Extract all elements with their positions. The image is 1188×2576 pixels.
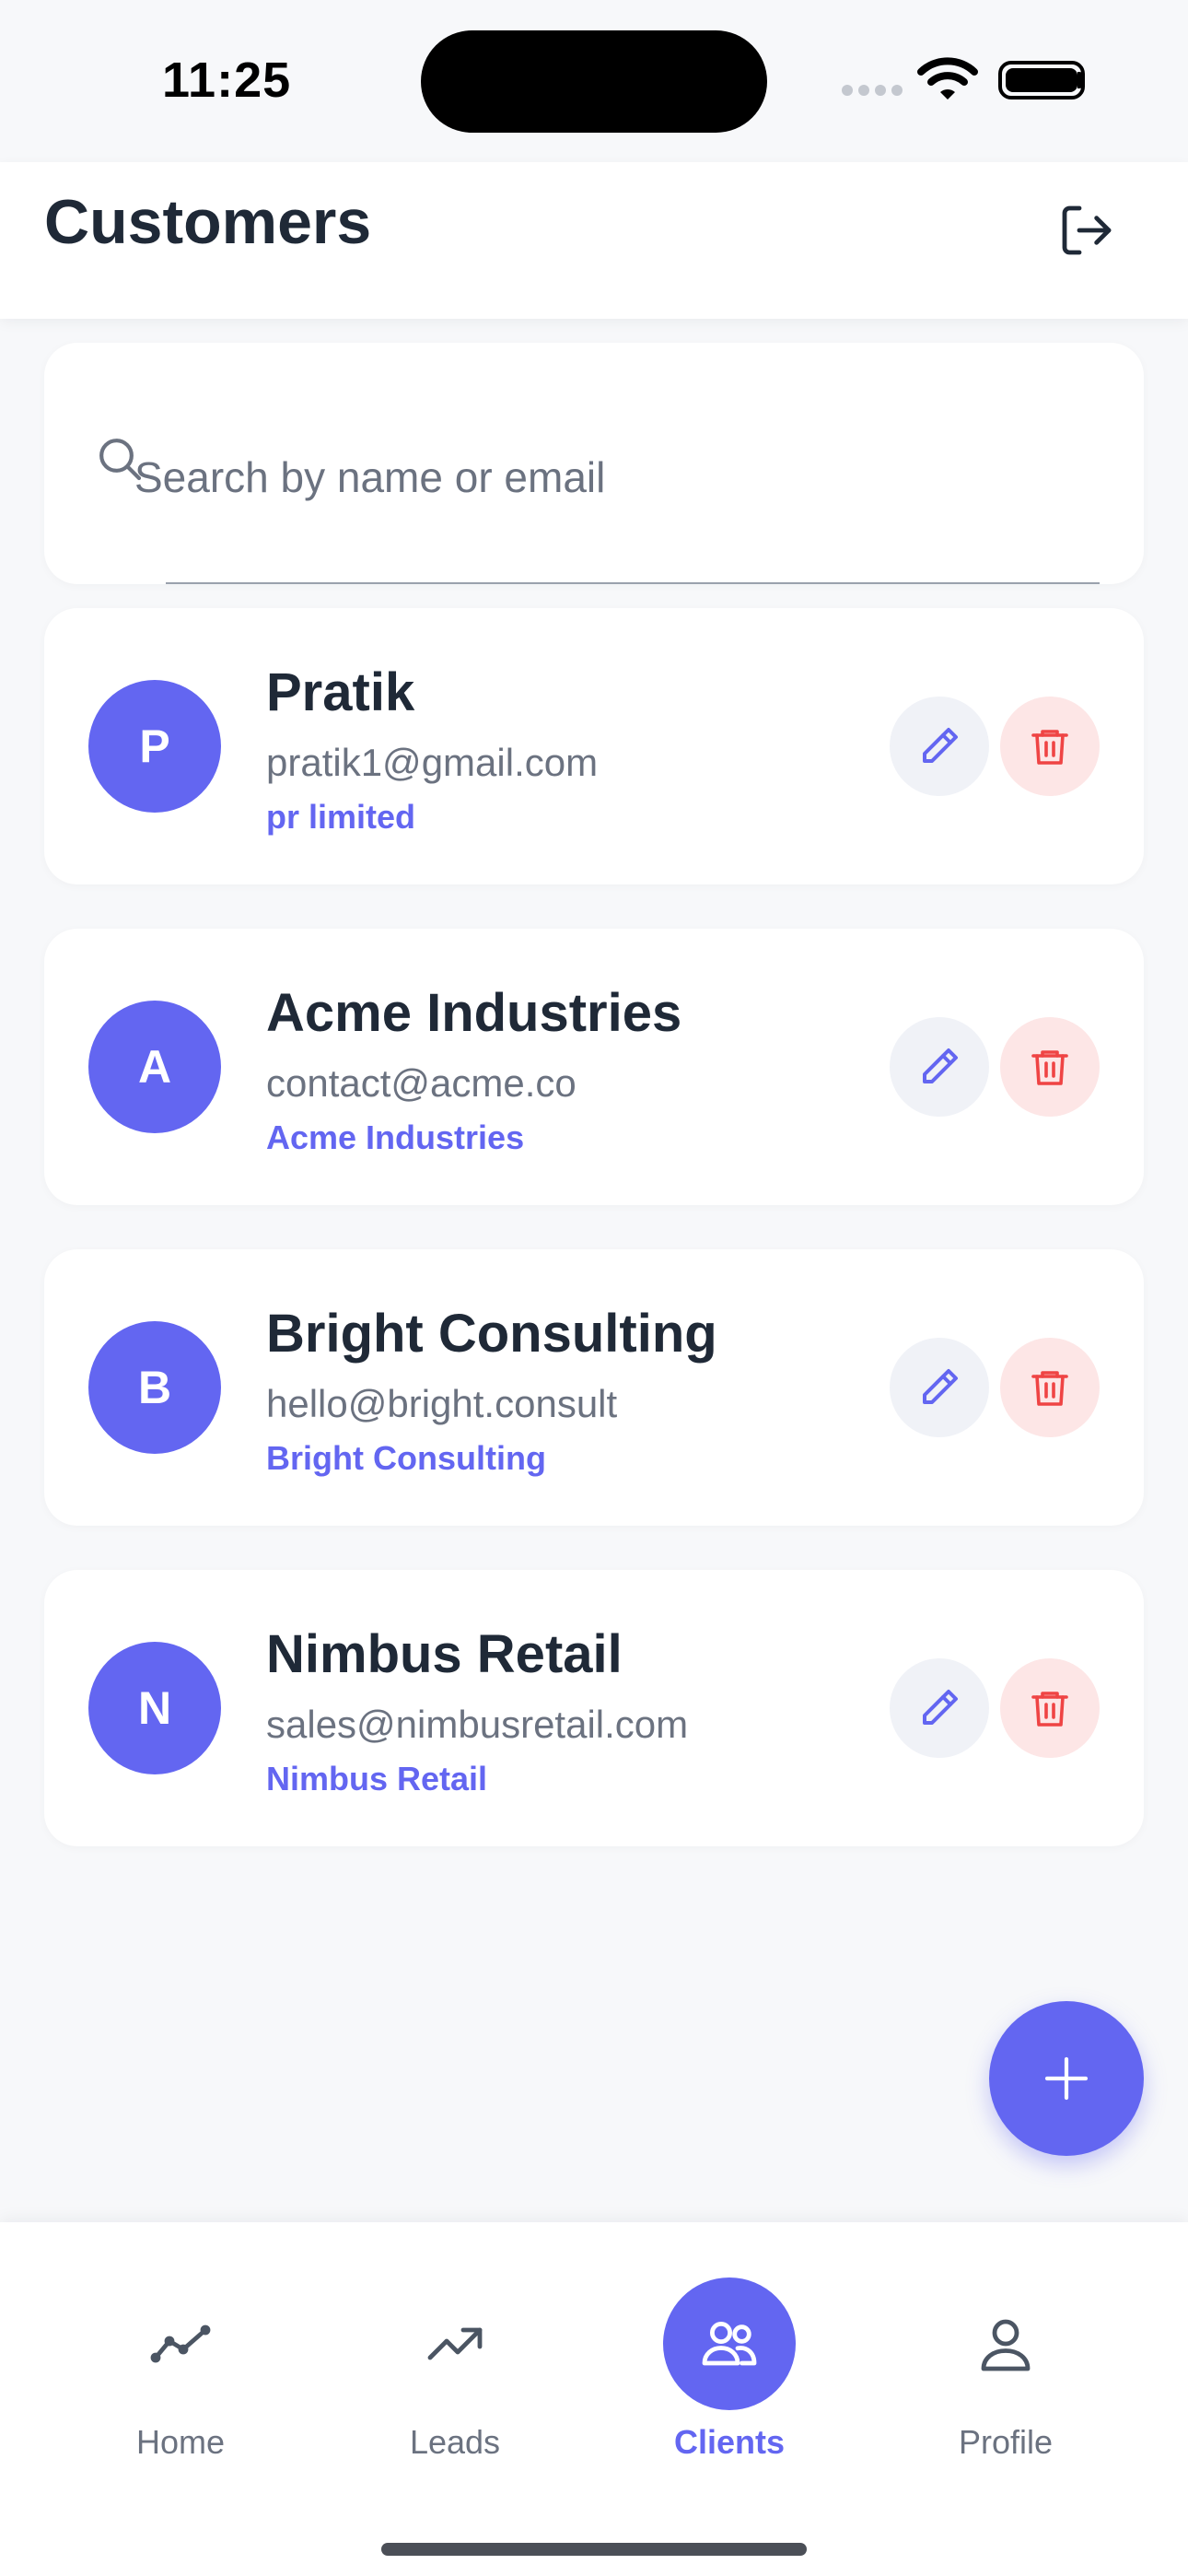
customer-email: pratik1@gmail.com [266, 741, 599, 784]
users-icon [702, 2322, 757, 2366]
status-bar: 11:25 [0, 0, 1188, 162]
customer-card[interactable]: B Bright Consulting hello@bright.consult… [44, 1249, 1144, 1526]
customer-name: Pratik [266, 662, 415, 722]
edit-button[interactable] [890, 1338, 989, 1437]
customer-company: pr limited [266, 798, 416, 836]
pencil-icon [923, 1048, 958, 1083]
bottom-nav: Home Leads Clients Profile [0, 2222, 1188, 2576]
customer-card[interactable]: P Pratik pratik1@gmail.com pr limited [44, 608, 1144, 884]
activity-icon [150, 2324, 211, 2363]
delete-button[interactable] [1000, 1017, 1100, 1117]
trash-icon [1031, 1050, 1068, 1085]
add-customer-button[interactable] [989, 2001, 1144, 2156]
search-underline [166, 582, 1100, 584]
pencil-icon [923, 728, 958, 763]
plus-icon [1044, 2056, 1089, 2101]
user-icon [981, 2319, 1031, 2371]
nav-icon-container [389, 2277, 521, 2410]
battery-tip [1077, 72, 1083, 88]
nav-item-home[interactable]: Home [88, 2222, 273, 2480]
app-header: Customers [0, 162, 1188, 319]
trash-icon [1031, 1692, 1068, 1727]
logout-button[interactable] [1046, 190, 1127, 271]
customer-company: Acme Industries [266, 1118, 525, 1156]
nav-icon-container [114, 2277, 247, 2410]
customer-email: hello@bright.consult [266, 1382, 618, 1425]
delete-button[interactable] [1000, 1658, 1100, 1758]
edit-button[interactable] [890, 1017, 989, 1117]
delete-button[interactable] [1000, 697, 1100, 796]
customer-company: Bright Consulting [266, 1439, 546, 1477]
trash-icon [1031, 1371, 1068, 1406]
avatar: N [88, 1642, 221, 1774]
search-input[interactable] [44, 398, 1024, 556]
pencil-icon [923, 1690, 958, 1725]
avatar: P [88, 680, 221, 813]
avatar: B [88, 1321, 221, 1454]
nav-label-profile: Profile [958, 2423, 1054, 2461]
home-indicator [381, 2543, 807, 2556]
status-time: 11:25 [162, 53, 292, 108]
nav-label-leads: Leads [409, 2423, 501, 2461]
dynamic-island [421, 30, 767, 133]
edit-button[interactable] [890, 1658, 989, 1758]
nav-icon-container [939, 2277, 1072, 2410]
page-title: Customers [44, 187, 372, 257]
customer-name: Acme Industries [266, 983, 682, 1043]
pencil-icon [923, 1369, 958, 1404]
wifi-icon [917, 57, 978, 100]
nav-item-clients[interactable]: Clients [637, 2222, 821, 2480]
avatar: A [88, 1001, 221, 1133]
search-card [44, 343, 1144, 584]
nav-item-profile[interactable]: Profile [914, 2222, 1098, 2480]
cellular-signal-icon [842, 85, 903, 96]
delete-button[interactable] [1000, 1338, 1100, 1437]
customer-email: sales@nimbusretail.com [266, 1703, 689, 1746]
logout-icon [1062, 205, 1112, 255]
battery-icon [998, 61, 1085, 100]
customer-name: Bright Consulting [266, 1304, 717, 1364]
customer-company: Nimbus Retail [266, 1760, 488, 1797]
customer-email: contact@acme.co [266, 1061, 577, 1105]
nav-label-clients: Clients [673, 2423, 786, 2461]
customer-card[interactable]: A Acme Industries contact@acme.co Acme I… [44, 929, 1144, 1205]
edit-button[interactable] [890, 697, 989, 796]
trash-icon [1031, 730, 1068, 765]
customer-name: Nimbus Retail [266, 1624, 623, 1684]
nav-label-home: Home [135, 2423, 226, 2461]
customer-card[interactable]: N Nimbus Retail sales@nimbusretail.com N… [44, 1570, 1144, 1846]
nav-item-leads[interactable]: Leads [363, 2222, 547, 2480]
trending-up-icon [427, 2327, 483, 2360]
nav-icon-container [663, 2277, 796, 2410]
